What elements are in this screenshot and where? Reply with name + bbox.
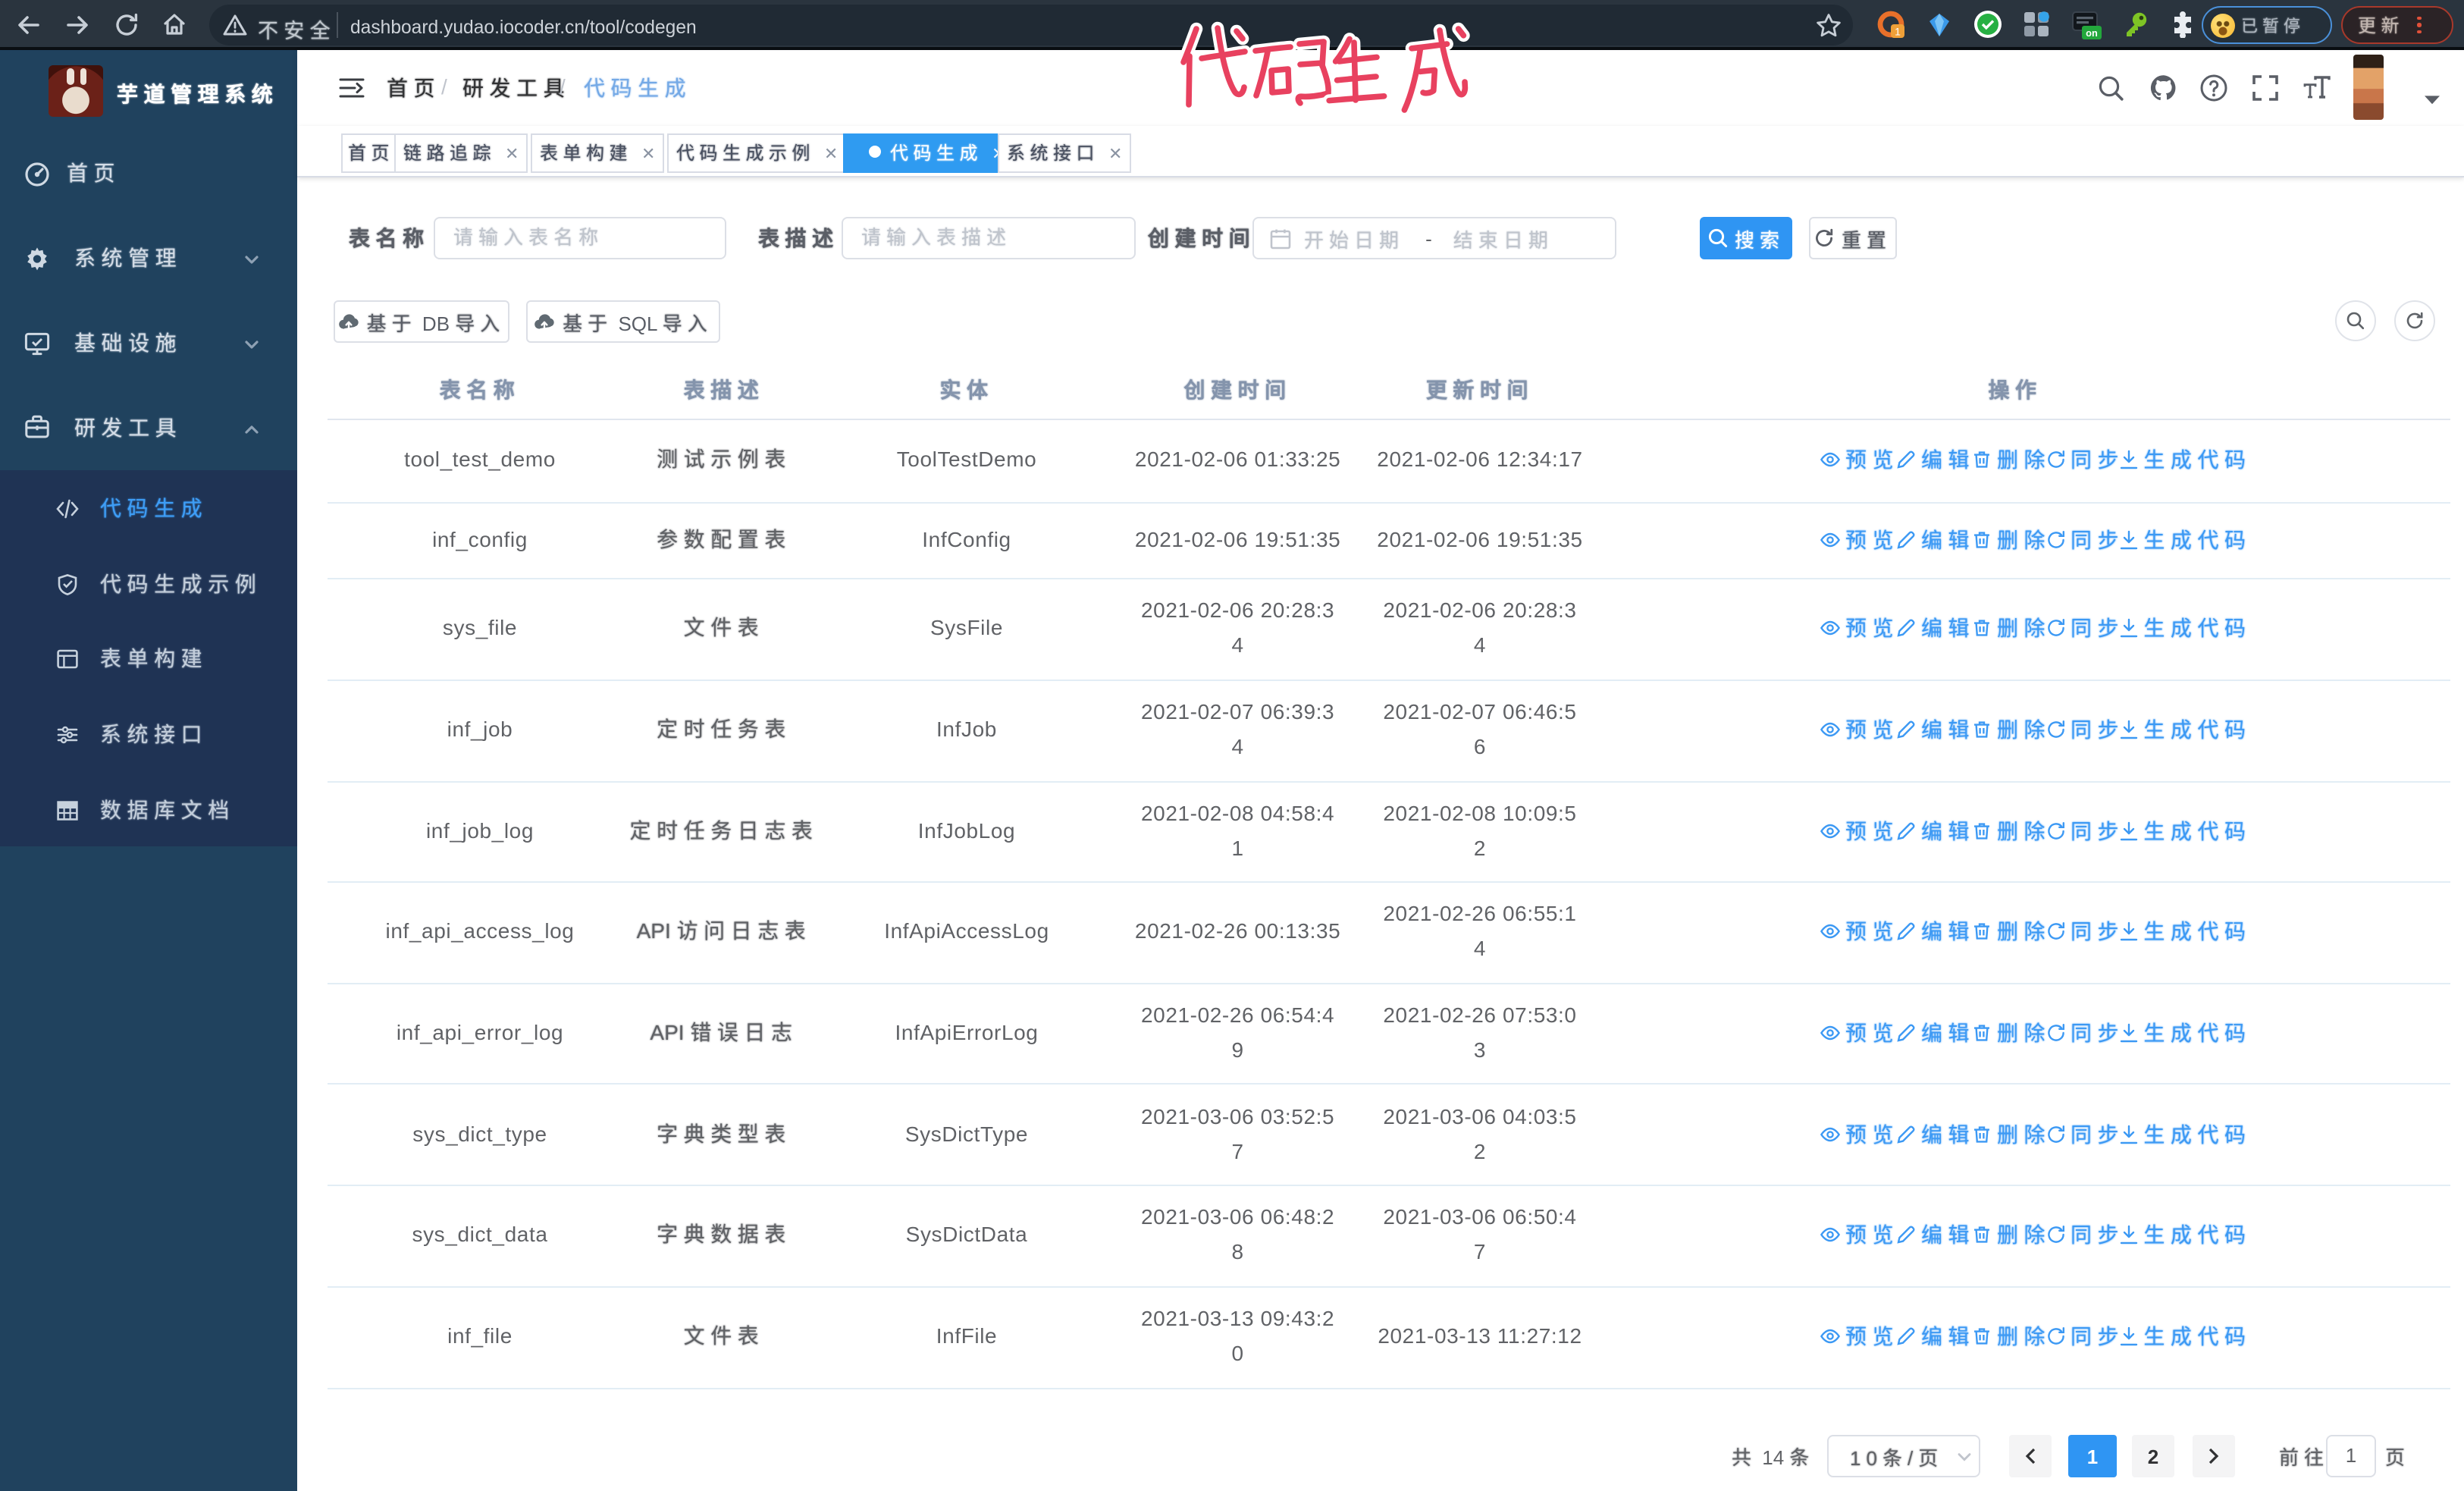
svg-text:1: 1	[1895, 26, 1901, 38]
svg-text:on: on	[2086, 27, 2098, 39]
